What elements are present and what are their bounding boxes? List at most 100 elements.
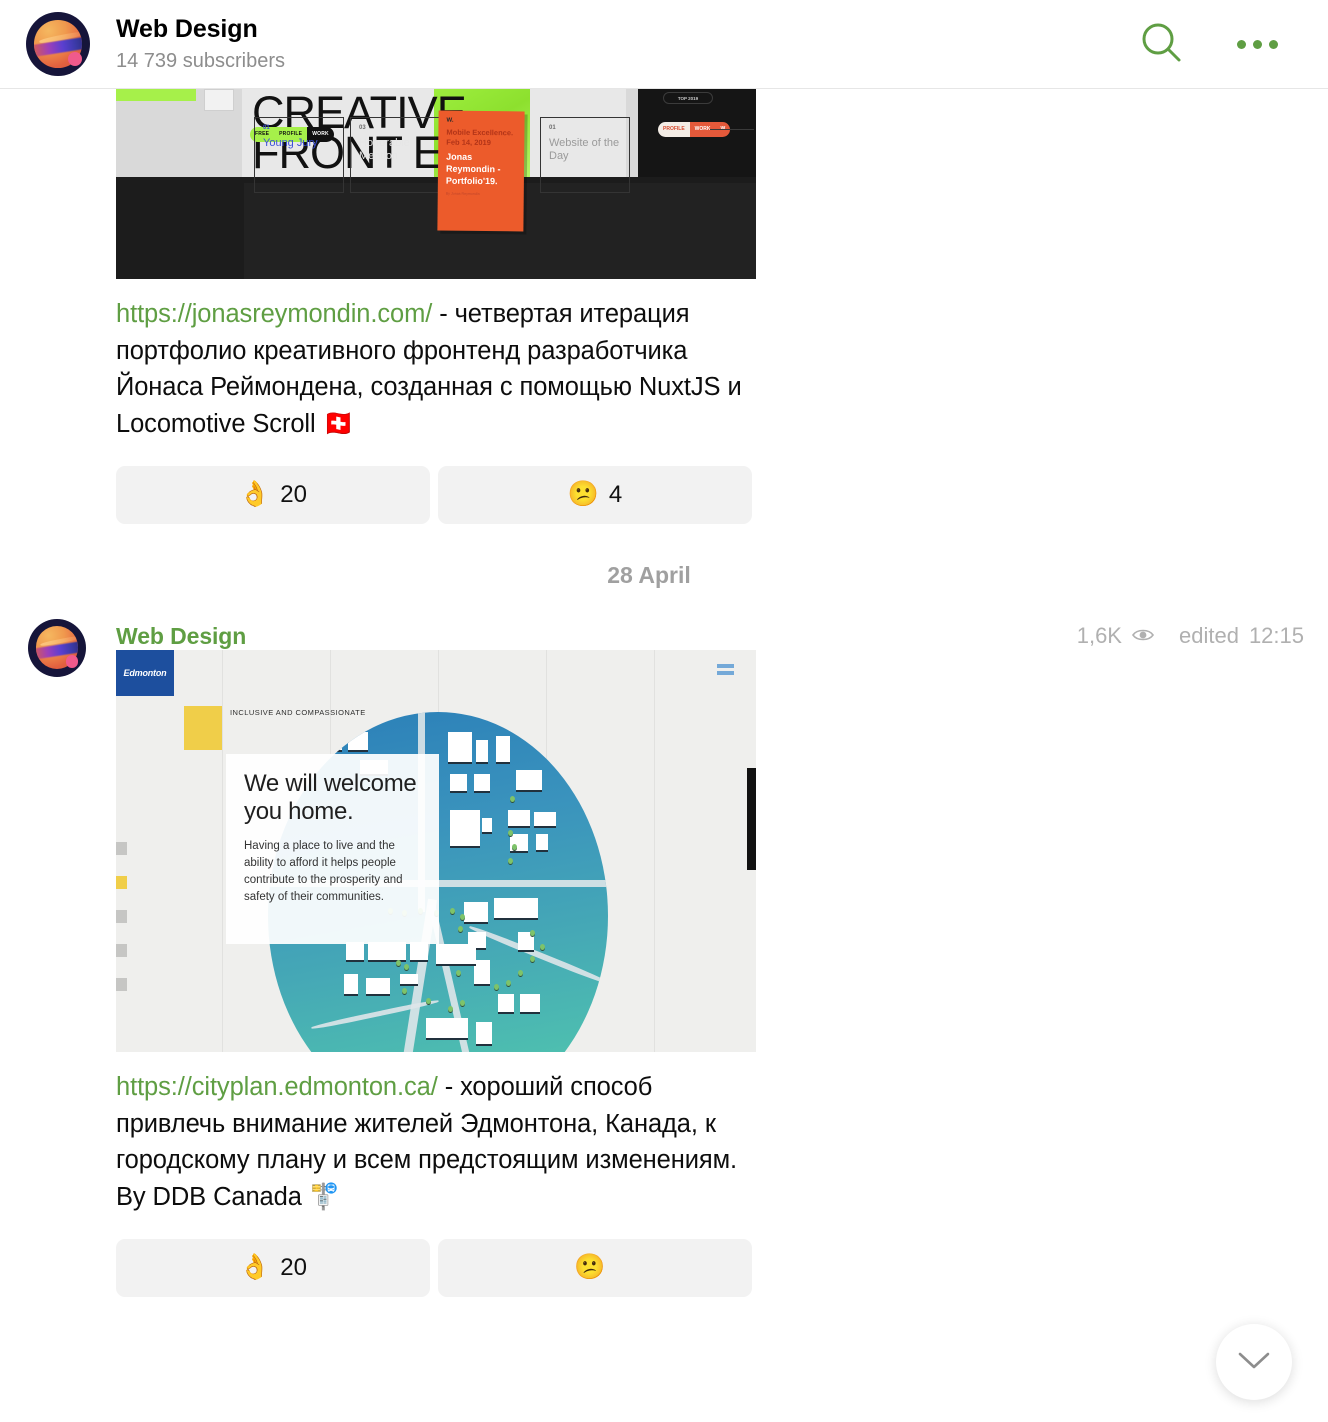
swiss-flag-emoji: 🇨🇭 xyxy=(322,410,355,439)
post-1-media[interactable]: CREATIVE FRONT END FREE PROFILE WORK TOP… xyxy=(116,89,756,279)
post-2-header: Web Design 1,6K edited 12:15 xyxy=(0,618,1328,677)
section-indicator[interactable] xyxy=(116,909,127,923)
edmonton-logo[interactable]: Edmonton xyxy=(116,649,174,696)
lime-accent-bar xyxy=(116,89,196,101)
confused-face-emoji: 😕 xyxy=(567,480,599,509)
award-card: 01 Young Jury xyxy=(254,117,344,193)
author-avatar[interactable] xyxy=(28,618,86,677)
site-right-panel: TOP 2019 PROFILE WORK W xyxy=(638,89,756,177)
bus-stop-emoji: 🚏 xyxy=(308,1183,341,1212)
white-card xyxy=(204,89,234,111)
post-1-reactions: 👌 20 😕 4 xyxy=(116,465,1328,524)
view-count-group: 1,6K xyxy=(1077,623,1155,649)
confused-face-emoji: 😕 xyxy=(574,1253,606,1282)
building xyxy=(476,739,488,762)
reaction-count: 4 xyxy=(608,480,623,508)
hero-headline: We will welcome you home. xyxy=(244,769,417,826)
post-time: 12:15 xyxy=(1248,622,1304,648)
search-button[interactable] xyxy=(1139,20,1185,69)
post-1-link[interactable]: https://jonasreymondin.com/ xyxy=(116,300,432,328)
top-2019-badge: TOP 2019 xyxy=(663,92,713,104)
building xyxy=(536,833,548,850)
avatar-blob xyxy=(65,655,79,669)
eye-icon xyxy=(1131,623,1155,649)
hamburger-icon[interactable] xyxy=(717,663,734,675)
building xyxy=(366,977,390,994)
building xyxy=(498,993,514,1012)
edited-label: edited xyxy=(1178,622,1239,648)
building xyxy=(410,941,428,960)
poster-line1: Mobile Excellence. xyxy=(446,127,514,138)
building xyxy=(450,773,467,791)
divider-line xyxy=(710,129,754,130)
section-eyebrow: INCLUSIVE AND COMPASSIONATE xyxy=(230,707,366,717)
building xyxy=(426,1017,468,1038)
post-1-body: CREATIVE FRONT END FREE PROFILE WORK TOP… xyxy=(116,89,1328,524)
channel-subscribers: 14 739 subscribers xyxy=(116,49,285,72)
reaction-confused-face[interactable]: 😕 xyxy=(438,1238,752,1297)
hero-body: Having a place to live and the ability t… xyxy=(244,839,403,903)
award-label: Website of the Day xyxy=(549,137,620,162)
scroll-to-bottom-button[interactable] xyxy=(1216,1324,1292,1400)
poster-line3: Jonas Reymondin - Portfolio'19. xyxy=(445,151,501,186)
building xyxy=(476,1021,492,1044)
building xyxy=(474,773,490,791)
poster-line4: By Jonas Reymondin xyxy=(445,191,480,197)
building xyxy=(368,941,406,960)
section-indicators[interactable] xyxy=(116,841,127,991)
building xyxy=(450,809,480,846)
channel-avatar[interactable] xyxy=(26,12,90,76)
post-2-caption: https://cityplan.edmonton.ca/ - хороший … xyxy=(116,1052,762,1216)
post-2-reactions: 👌 20 😕 xyxy=(116,1238,1328,1297)
building xyxy=(346,941,364,960)
reaction-ok-hand[interactable]: 👌 20 xyxy=(116,1238,430,1297)
section-indicator[interactable] xyxy=(116,841,127,855)
building xyxy=(534,811,556,826)
section-indicator-active[interactable] xyxy=(116,875,127,889)
road-curve-2 xyxy=(310,998,440,1031)
award-label: Young Jury xyxy=(263,137,318,149)
search-icon xyxy=(1139,20,1185,69)
award-number: 03 xyxy=(359,125,366,131)
date-divider: 28 April xyxy=(607,561,691,588)
section-indicator[interactable] xyxy=(116,977,127,991)
right-nav-profile[interactable]: PROFILE xyxy=(658,122,690,137)
award-label: Honorable Mention xyxy=(359,137,410,162)
reaction-count: 20 xyxy=(280,1253,307,1281)
post-2-author[interactable]: Web Design xyxy=(116,623,246,650)
reaction-count: 20 xyxy=(280,480,307,508)
post-2-link[interactable]: https://cityplan.edmonton.ca/ xyxy=(116,1073,438,1101)
message-feed[interactable]: CREATIVE FRONT END FREE PROFILE WORK TOP… xyxy=(0,89,1328,1422)
section-indicator[interactable] xyxy=(116,943,127,957)
post-2-media[interactable]: Edmonton INCLUSIVE AND COMPASSIONATE We … xyxy=(116,649,756,1052)
reaction-confused-face[interactable]: 😕 4 xyxy=(438,465,752,524)
more-options-icon xyxy=(1237,39,1278,49)
ok-hand-emoji: 👌 xyxy=(239,480,271,509)
award-number: 01 xyxy=(263,125,270,131)
poster-body-filler xyxy=(446,208,516,213)
ok-hand-emoji: 👌 xyxy=(239,1253,271,1282)
building xyxy=(494,897,538,918)
building xyxy=(520,993,540,1012)
page-scrollbar[interactable] xyxy=(747,767,756,870)
poster-mark: W. xyxy=(446,117,454,124)
more-options-button[interactable] xyxy=(1237,39,1278,49)
view-count: 1,6K xyxy=(1076,622,1122,648)
chevron-down-icon xyxy=(1237,1351,1271,1374)
building xyxy=(474,959,490,984)
yellow-accent-block xyxy=(184,705,222,750)
award-card: 03 Honorable Mention xyxy=(350,117,440,193)
orange-poster: W. Mobile Excellence. Feb 14, 2019 Jonas… xyxy=(437,110,525,232)
post-2: Web Design 1,6K edited 12:15 Edmonton IN… xyxy=(0,618,1328,1297)
channel-title: Web Design xyxy=(116,15,258,44)
building xyxy=(348,731,368,750)
header-actions xyxy=(1139,20,1302,69)
building xyxy=(464,901,488,922)
channel-info: Web Design 14 739 subscribers xyxy=(116,14,285,73)
avatar-blob xyxy=(67,52,82,67)
post-2-avatar[interactable] xyxy=(28,618,86,677)
hero-text-card: We will welcome you home. Having a place… xyxy=(226,753,439,944)
reaction-ok-hand[interactable]: 👌 20 xyxy=(116,465,430,524)
post-1: CREATIVE FRONT END FREE PROFILE WORK TOP… xyxy=(0,89,1328,589)
building xyxy=(344,973,358,994)
